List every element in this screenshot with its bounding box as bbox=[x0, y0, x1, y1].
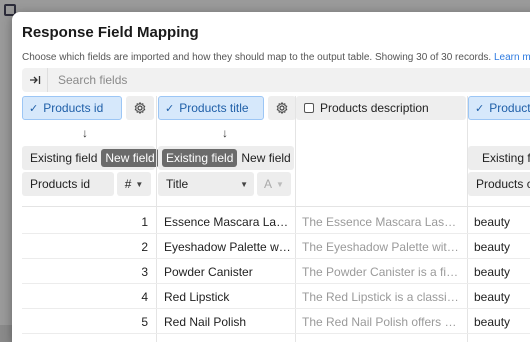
cell-id: 4 bbox=[141, 290, 148, 304]
new-field-option[interactable]: New field bbox=[237, 149, 294, 167]
cell-description: The Eyeshadow Palette with … bbox=[302, 240, 462, 254]
field-mapping-dialog: Response Field Mapping Choose which fiel… bbox=[12, 12, 530, 342]
column-header-products-title[interactable]: ✓ Products title bbox=[158, 96, 264, 120]
checkmark-icon: ✓ bbox=[165, 102, 175, 115]
cell-title: Essence Mascara Lash… bbox=[164, 215, 292, 229]
selected-field-name: Title bbox=[166, 177, 189, 191]
cell-description: The Red Nail Polish offers a r… bbox=[302, 315, 462, 329]
checkbox-icon[interactable] bbox=[304, 103, 314, 113]
cell-id: 5 bbox=[141, 315, 148, 329]
field-mode-toggle: Existing field New field bbox=[158, 146, 294, 170]
chevron-down-icon: ▼ bbox=[135, 179, 144, 189]
description-text: Choose which fields are imported and how… bbox=[22, 52, 492, 63]
cell-id: 3 bbox=[141, 265, 148, 279]
cell-category: beauty bbox=[474, 290, 511, 304]
cell-description: The Essence Mascara Lash P… bbox=[302, 215, 462, 229]
gear-icon bbox=[134, 102, 146, 114]
arrow-down-icon: ↓ bbox=[222, 126, 228, 140]
checkmark-icon: ✓ bbox=[475, 102, 485, 115]
number-type-icon: # bbox=[124, 177, 132, 191]
existing-field-option[interactable]: Existing field bbox=[162, 149, 238, 167]
field-mode-toggle: Existing field New field bbox=[22, 146, 159, 170]
table-row: 1 Essence Mascara Lash… The Essence Masc… bbox=[22, 210, 530, 234]
mapped-field-name-input[interactable]: Products id bbox=[22, 172, 114, 196]
text-type-icon: A bbox=[264, 177, 273, 191]
cell-category: beauty bbox=[474, 215, 511, 229]
column-header-label: Products id bbox=[43, 101, 104, 115]
cell-title: Red Lipstick bbox=[164, 290, 230, 304]
mapped-field-name: Products c bbox=[476, 177, 530, 191]
existing-field-option[interactable]: Existing field bbox=[26, 149, 101, 167]
existing-field-option[interactable]: Existing fi bbox=[478, 149, 530, 167]
chevron-down-icon: ▼ bbox=[276, 179, 284, 189]
arrow-down-icon: ↓ bbox=[82, 126, 88, 140]
field-mode-toggle: Existing fi bbox=[468, 146, 530, 170]
cell-id: 2 bbox=[141, 240, 148, 254]
column-header-products-category[interactable]: ✓ Products bbox=[468, 96, 530, 120]
cell-title: Red Nail Polish bbox=[164, 315, 247, 329]
column-header-label: Products bbox=[489, 101, 530, 115]
learn-more-link[interactable]: Learn m bbox=[494, 52, 530, 63]
column-header-products-description[interactable]: Products description bbox=[296, 96, 466, 120]
mapped-field-name: Products id bbox=[30, 177, 91, 191]
table-row: 2 Eyeshadow Palette wit… The Eyeshadow P… bbox=[22, 235, 530, 259]
column-settings-button[interactable] bbox=[268, 96, 296, 120]
checkmark-icon: ✓ bbox=[29, 102, 39, 115]
cell-category: beauty bbox=[474, 240, 511, 254]
field-type-select[interactable]: # ▼ bbox=[117, 172, 151, 196]
field-type-select: A ▼ bbox=[257, 172, 291, 196]
table-row: 5 Red Nail Polish The Red Nail Polish of… bbox=[22, 310, 530, 334]
cell-title: Eyeshadow Palette wit… bbox=[164, 240, 292, 254]
cell-id: 1 bbox=[141, 215, 148, 229]
arrow-to-line-icon bbox=[29, 76, 40, 84]
search-bar bbox=[22, 68, 530, 92]
column-header-label: Products description bbox=[320, 101, 429, 115]
collapse-panel-button[interactable] bbox=[22, 68, 48, 92]
column-header-label: Products title bbox=[179, 101, 249, 115]
cell-description: The Powder Canister is a fine… bbox=[302, 265, 462, 279]
mapped-field-name-input[interactable]: Products c bbox=[468, 172, 530, 196]
cell-category: beauty bbox=[474, 315, 511, 329]
search-input[interactable] bbox=[56, 72, 356, 88]
mapping-grid: ✓ Products id ↓ Existing field New field… bbox=[22, 96, 530, 342]
table-row: 3 Powder Canister The Powder Canister is… bbox=[22, 260, 530, 284]
existing-field-select[interactable]: Title ▼ bbox=[158, 172, 254, 196]
cell-description: The Red Lipstick is a classic … bbox=[302, 290, 462, 304]
column-header-products-id[interactable]: ✓ Products id bbox=[22, 96, 122, 120]
table-row: 4 Red Lipstick The Red Lipstick is a cla… bbox=[22, 285, 530, 309]
chevron-down-icon: ▼ bbox=[240, 179, 248, 189]
dialog-description: Choose which fields are imported and how… bbox=[22, 52, 530, 63]
dialog-title: Response Field Mapping bbox=[22, 24, 199, 41]
cell-title: Powder Canister bbox=[164, 265, 253, 279]
gear-icon bbox=[276, 102, 288, 114]
column-settings-button[interactable] bbox=[126, 96, 154, 120]
header-divider bbox=[22, 206, 530, 207]
new-field-option[interactable]: New field bbox=[101, 149, 159, 167]
cell-category: beauty bbox=[474, 265, 511, 279]
